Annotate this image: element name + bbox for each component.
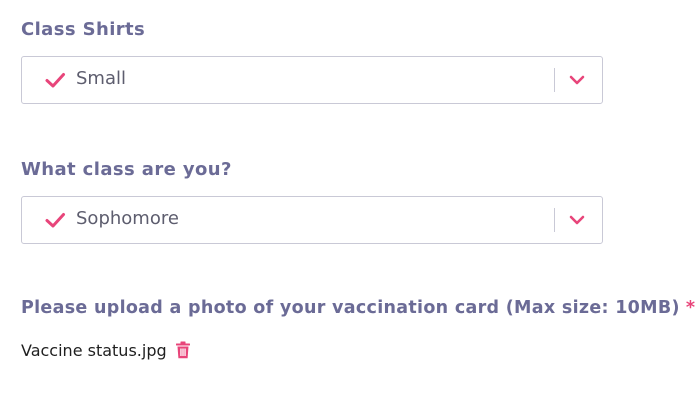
uploaded-file-name: Vaccine status.jpg — [21, 340, 167, 360]
vaccination-upload-label-text: Please upload a photo of your vaccinatio… — [21, 298, 680, 318]
check-icon — [45, 73, 65, 88]
chevron-down-icon[interactable] — [567, 212, 587, 228]
class-shirts-label: Class Shirts — [21, 19, 146, 40]
required-asterisk: * — [685, 298, 696, 318]
vaccination-upload-label: Please upload a photo of your vaccinatio… — [21, 298, 695, 318]
select-divider — [554, 208, 555, 232]
uploaded-file-row: Vaccine status.jpg — [21, 339, 191, 361]
trash-icon[interactable] — [175, 341, 191, 359]
class-shirts-selected-value: Small — [76, 68, 126, 89]
class-year-select[interactable]: Sophomore — [21, 196, 603, 244]
class-year-label: What class are you? — [21, 159, 232, 180]
class-shirts-select[interactable]: Small — [21, 56, 603, 104]
chevron-down-icon[interactable] — [567, 72, 587, 88]
select-divider — [554, 68, 555, 92]
check-icon — [45, 213, 65, 228]
class-year-selected-value: Sophomore — [76, 208, 179, 229]
